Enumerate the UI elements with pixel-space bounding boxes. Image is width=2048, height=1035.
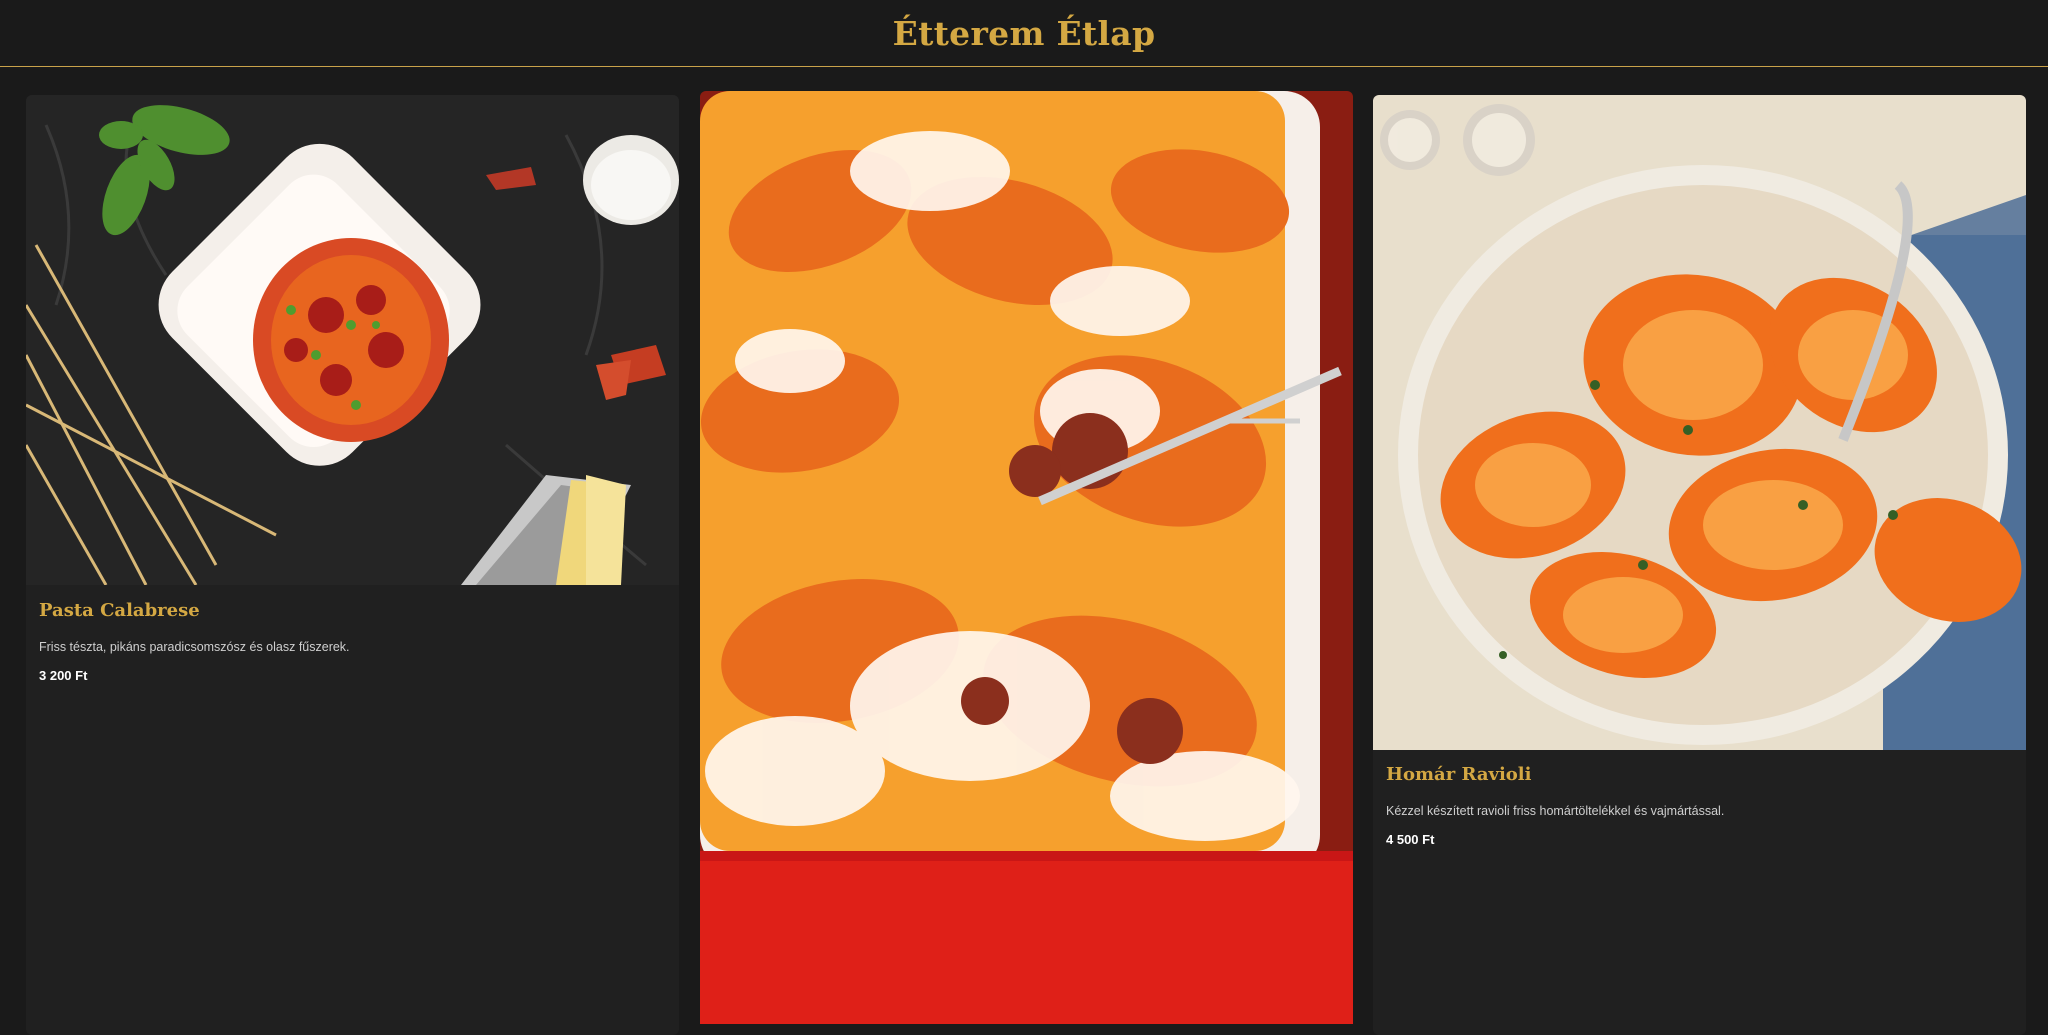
baked-rigatoni-photo [700, 91, 1353, 1024]
menu-card-baked-rigatoni[interactable] [700, 91, 1353, 1031]
menu-card-pasta-calabrese[interactable]: Pasta Calabrese Friss tészta, pikáns par… [26, 95, 679, 1035]
page-header: Étterem Étlap [0, 0, 2048, 67]
menu-card-homar-ravioli[interactable]: Homár Ravioli Kézzel készített ravioli f… [1373, 95, 2026, 1035]
menu-item-description: Kézzel készített ravioli friss homártölt… [1386, 804, 1725, 818]
menu-item-price: 4 500 Ft [1386, 832, 1435, 847]
page-title: Étterem Étlap [892, 13, 1156, 53]
spaghetti-bowl-photo [26, 95, 679, 585]
ravioli-plate-photo [1373, 95, 2026, 750]
menu-item-name: Pasta Calabrese [39, 600, 200, 621]
menu-item-price: 3 200 Ft [39, 668, 88, 683]
menu-item-name: Homár Ravioli [1386, 764, 1532, 785]
menu-item-description: Friss tészta, pikáns paradicsomszósz és … [39, 640, 350, 654]
